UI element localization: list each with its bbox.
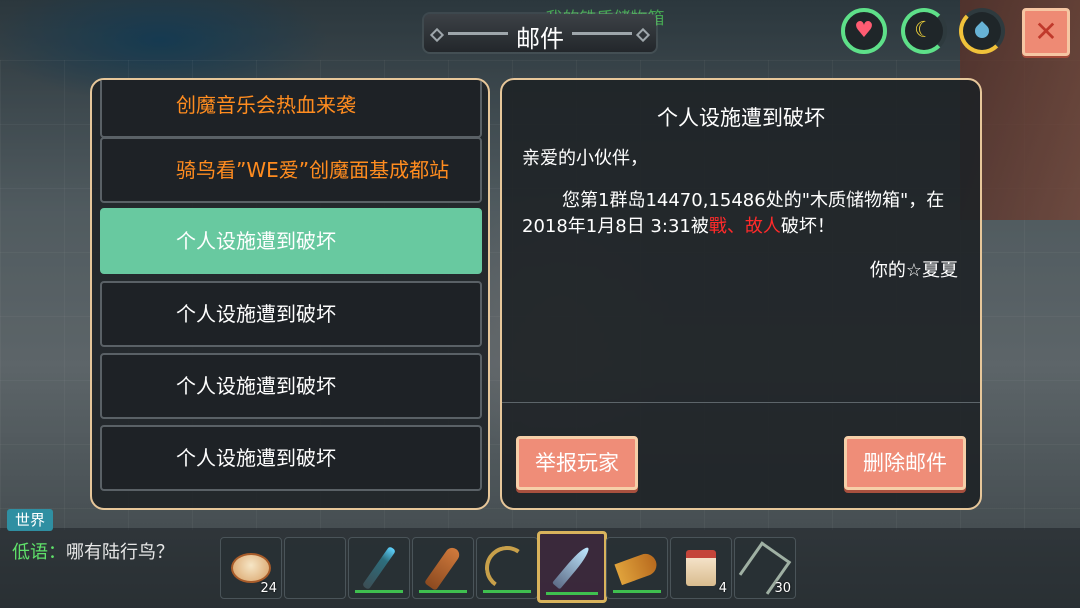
item-count: 24 bbox=[260, 581, 277, 596]
mail-subject: 骑鸟看”WE爱”创魔面基成都站 bbox=[176, 158, 450, 182]
hotbar-slot[interactable] bbox=[348, 537, 410, 599]
bow-icon bbox=[481, 542, 533, 594]
chat-speaker: 低语 bbox=[12, 542, 48, 563]
mail-greeting: 亲爱的小伙伴， bbox=[522, 148, 648, 169]
durability-bar bbox=[419, 590, 467, 593]
hotbar-slot[interactable] bbox=[606, 537, 668, 599]
item-count: 30 bbox=[774, 581, 791, 596]
divider bbox=[502, 402, 980, 403]
window-title: 邮件 bbox=[516, 25, 564, 53]
mail-signature: 你的☆夏夏 bbox=[869, 260, 958, 281]
report-player-button[interactable]: 举报玩家 bbox=[516, 436, 638, 490]
durability-bar bbox=[613, 590, 661, 593]
hotbar-slot[interactable]: 30 bbox=[734, 537, 796, 599]
durability-bar bbox=[355, 590, 403, 593]
durability-bar bbox=[546, 592, 598, 595]
mail-subject: 个人设施遭到破坏 bbox=[176, 229, 336, 253]
mail-list-item[interactable]: 创魔音乐会热血来袭 bbox=[100, 80, 482, 138]
mail-list-item[interactable]: 骑鸟看”WE爱”创魔面基成都站 bbox=[100, 137, 482, 203]
heart-icon: ♥ bbox=[854, 18, 874, 43]
hotbar-slot[interactable]: 24 bbox=[220, 537, 282, 599]
item-count: 4 bbox=[718, 581, 727, 596]
mail-body: 您第1群岛14470,15486处的"木质储物箱"，在2018年1月8日 3:3… bbox=[522, 188, 962, 240]
mail-subject: 个人设施遭到破坏 bbox=[176, 446, 336, 470]
banana-icon: ☾ bbox=[914, 18, 934, 43]
chat-separator: ： bbox=[48, 542, 66, 563]
mail-subject: 个人设施遭到破坏 bbox=[176, 302, 336, 326]
durability-bar bbox=[483, 590, 531, 593]
close-icon: ✕ bbox=[1034, 15, 1058, 48]
water-drop-icon bbox=[972, 21, 992, 41]
close-button[interactable]: ✕ bbox=[1022, 8, 1070, 56]
mail-detail-title: 个人设施遭到破坏 bbox=[657, 106, 825, 130]
mail-list-item[interactable]: 个人设施遭到破坏 bbox=[100, 353, 482, 419]
mail-subject: 创魔音乐会热血来袭 bbox=[176, 93, 356, 117]
title-banner: 邮件 bbox=[424, 14, 656, 53]
hotbar-slot-empty[interactable] bbox=[284, 537, 346, 599]
wooden-club-icon bbox=[424, 545, 462, 591]
mail-list-item[interactable]: 个人设施遭到破坏 bbox=[100, 425, 482, 491]
hunger-ring: ☾ bbox=[901, 8, 947, 54]
attacker-name: 戰、故人 bbox=[708, 216, 781, 237]
hotbar-slot[interactable] bbox=[476, 537, 538, 599]
hotbar-slot-selected[interactable] bbox=[537, 531, 607, 603]
health-ring: ♥ bbox=[841, 8, 887, 54]
ice-staff-icon bbox=[361, 546, 397, 590]
chat-message: 哪有陆行鸟？ bbox=[66, 542, 174, 563]
mail-body-text-end: 破坏！ bbox=[780, 216, 835, 237]
dumpling-steamer-icon bbox=[231, 553, 271, 583]
mail-subject: 个人设施遭到破坏 bbox=[176, 374, 336, 398]
horn-icon bbox=[614, 550, 660, 586]
mail-list-item[interactable]: 个人设施遭到破坏 bbox=[100, 281, 482, 347]
mail-detail-panel: 个人设施遭到破坏 亲爱的小伙伴， 您第1群岛14470,15486处的"木质储物… bbox=[500, 78, 982, 510]
water-ring bbox=[959, 8, 1005, 54]
hotbar-slot[interactable] bbox=[412, 537, 474, 599]
mail-list-item-selected[interactable]: 个人设施遭到破坏 bbox=[100, 208, 482, 274]
mail-list-panel[interactable]: 创魔音乐会热血来袭 骑鸟看”WE爱”创魔面基成都站 个人设施遭到破坏 个人设施遭… bbox=[90, 78, 490, 510]
purple-blade-icon bbox=[552, 544, 592, 590]
hotbar-slot[interactable]: 4 bbox=[670, 537, 732, 599]
chat-channel-badge[interactable]: 世界 bbox=[7, 509, 53, 531]
food-bag-icon bbox=[686, 550, 716, 586]
chat-message-line[interactable]: 低语：哪有陆行鸟？ bbox=[12, 538, 174, 564]
delete-mail-button[interactable]: 删除邮件 bbox=[844, 436, 966, 490]
